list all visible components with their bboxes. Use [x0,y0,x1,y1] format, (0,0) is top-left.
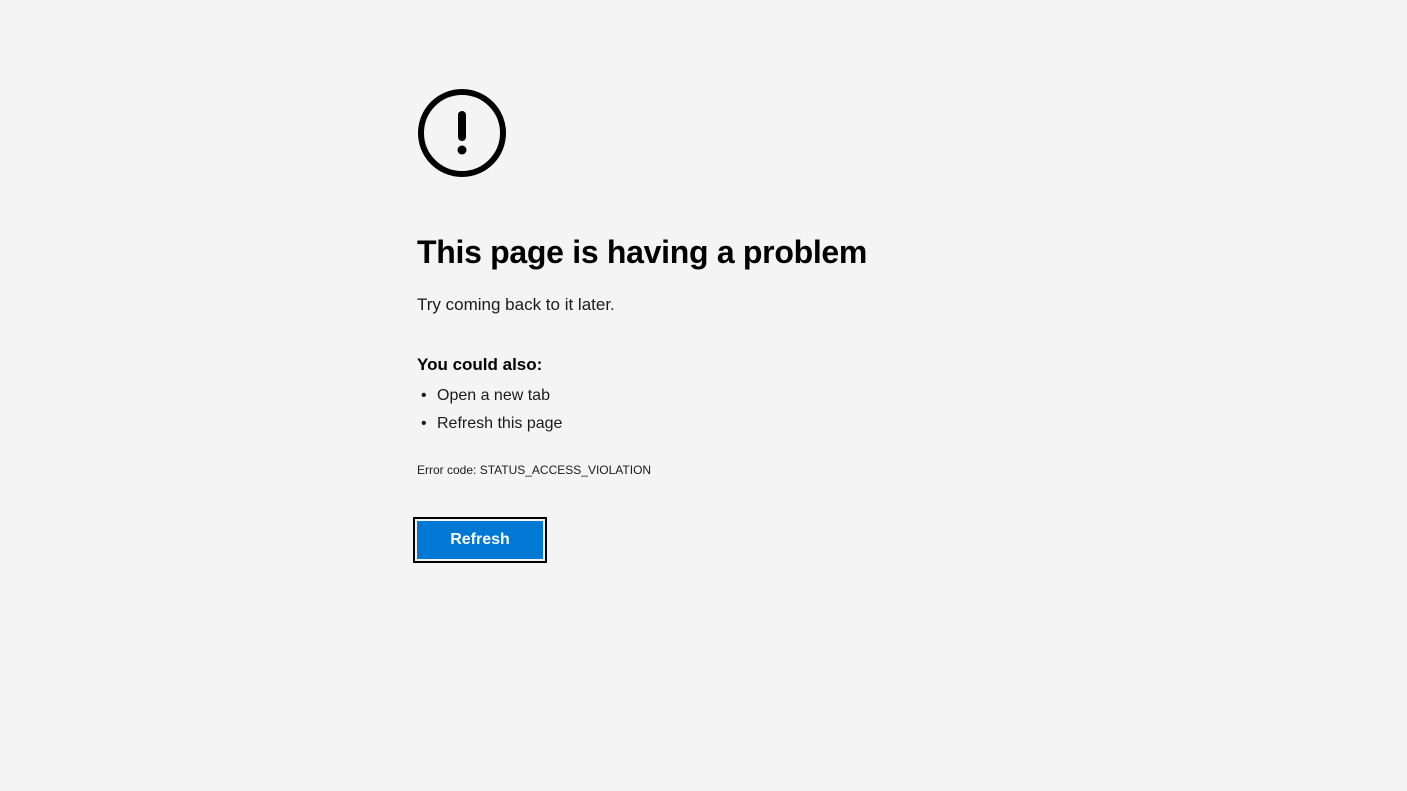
suggestion-item: Refresh this page [421,415,1017,433]
suggestion-item: Open a new tab [421,387,1017,405]
suggestion-list: Open a new tab Refresh this page [417,387,1017,433]
error-page-container: This page is having a problem Try coming… [417,88,1017,559]
alert-circle-icon [417,88,507,178]
error-heading: This page is having a problem [417,234,1017,271]
error-code-text: Error code: STATUS_ACCESS_VIOLATION [417,463,1017,477]
refresh-button[interactable]: Refresh [417,521,543,559]
suggestion-heading: You could also: [417,355,1017,375]
error-subtext: Try coming back to it later. [417,295,1017,315]
